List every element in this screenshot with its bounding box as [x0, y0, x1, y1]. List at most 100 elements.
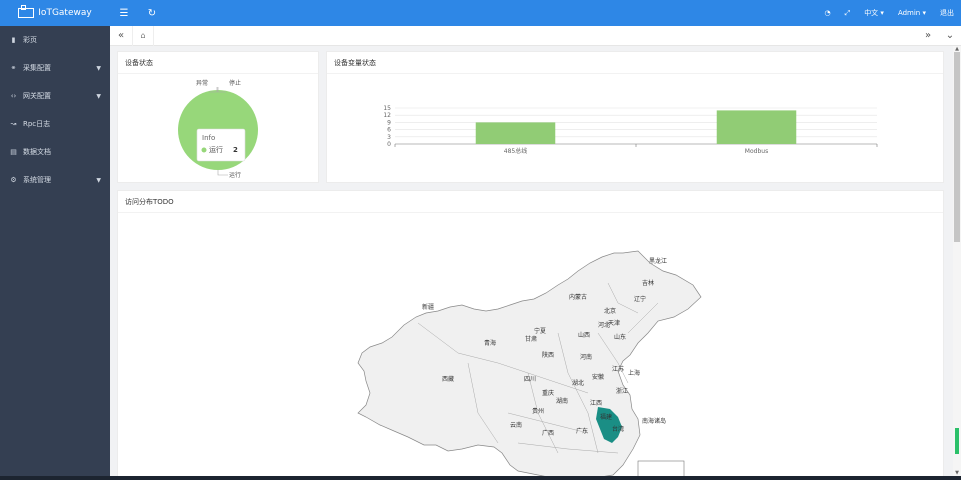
variable-status-card: 设备变量状态 0 3 6 9 12 15 485总线 Modbus [326, 51, 944, 183]
sidebar-item-2[interactable]: ‹› 网关配置 ▼ [0, 82, 110, 110]
province-label: 吉林 [642, 279, 654, 287]
province-label: 山东 [614, 333, 626, 341]
y-tick-label: 6 [387, 127, 391, 134]
device-status-pie: 异常 停止 运行 Info 运行 2 [178, 79, 258, 179]
sidebar-item-1[interactable]: ⚭ 采集配置 ▼ [0, 54, 110, 82]
tabs-bar: « ⌂ » ⌄ [110, 25, 961, 46]
china-map: 黑龙江吉林辽宁内蒙古北京天津河北山西 山东新疆青海甘肃宁夏陕西 河南江苏安徽上海西藏… [357, 250, 702, 480]
bottom-strip [0, 476, 961, 480]
variable-status-title: 设备变量状态 [327, 52, 943, 74]
sidebar-item-label: 系统管理 [23, 176, 51, 184]
sidebar-item-label: 彩页 [23, 36, 37, 44]
pie-label-abnormal: 异常 [196, 79, 208, 87]
province-label: 宁夏 [534, 327, 546, 335]
tooltip-label: 运行 [209, 145, 223, 154]
pie-label-running: 运行 [229, 171, 241, 179]
link-icon: ⚭ [10, 64, 17, 72]
menu-icon[interactable]: ☰ [110, 8, 138, 19]
scroll-thumb[interactable] [954, 52, 960, 242]
province-label: 河北 [598, 321, 610, 329]
province-label: 贵州 [532, 407, 544, 415]
y-tick-label: 12 [383, 112, 391, 119]
home-icon: ⌂ [140, 31, 146, 40]
province-label: 重庆 [542, 389, 554, 397]
code-icon: ‹› [10, 92, 17, 100]
province-label: 新疆 [422, 303, 434, 311]
route-icon: ↝ [10, 120, 17, 128]
document-icon: ▤ [10, 148, 17, 156]
province-label: 西藏 [442, 375, 454, 383]
chevron-down-icon: ▾ [922, 9, 926, 17]
chevron-down-icon: ▾ [880, 9, 884, 17]
sidebar-item-3[interactable]: ↝ Rpc日志 [0, 110, 110, 138]
y-tick-label: 15 [383, 105, 391, 112]
app-root: IoTGateway ▮ 彩页 ⚭ 采集配置 ▼ ‹› 网关配置 ▼ ↝ Rpc日志 ▤ 数据文档 ⚙ 系… [0, 0, 961, 480]
province-label: 台湾 [612, 425, 624, 433]
x-tick-label: Modbus [745, 148, 768, 155]
bar-0[interactable] [475, 122, 556, 144]
province-label: 浙江 [616, 387, 628, 395]
topbar-right: ◔ ⤢ 中文 ▾ Admin ▾ 退出 [817, 8, 961, 18]
province-label: 四川 [524, 376, 536, 383]
gear-icon: ⚙ [10, 176, 17, 184]
province-label: 上海 [628, 369, 640, 377]
label-line-running [217, 170, 228, 176]
scroll-indicator [955, 428, 959, 454]
province-label: 河南 [580, 353, 592, 361]
tooltip-title: Info [202, 134, 215, 142]
province-label: 北京 [604, 307, 616, 315]
sidebar-item-4[interactable]: ▤ 数据文档 [0, 138, 110, 166]
y-tick-label: 0 [387, 141, 391, 148]
pie-tooltip: Info 运行 2 [196, 128, 246, 162]
user-dropdown[interactable]: Admin ▾ [891, 9, 933, 17]
sidebar-item-label: Rpc日志 [23, 120, 51, 128]
x-tick-label: 485总线 [504, 147, 527, 155]
gateway-logo-icon [18, 5, 35, 18]
chevron-down-icon: ▼ [96, 64, 101, 72]
province-label: 黑龙江 [649, 257, 667, 265]
province-label: 福建 [600, 413, 612, 421]
tabs-prev-button[interactable]: « [110, 30, 132, 41]
province-label: 陕西 [542, 351, 554, 359]
province-label: 广东 [576, 427, 588, 435]
map-card: 访问分布TODO 黑龙江 吉林 辽宁 内蒙古 北京 天津 河北 山西 山东 新疆 青海 甘肃 宁夏 陕西河… [117, 190, 944, 480]
device-status-title: 设备状态 [118, 52, 318, 74]
map-title: 访问分布TODO [118, 191, 943, 213]
language-dropdown[interactable]: 中文 ▾ [857, 8, 891, 18]
topbar: ☰ ↻ ◔ ⤢ 中文 ▾ Admin ▾ 退出 [110, 0, 961, 26]
sidebar-nav: ▮ 彩页 ⚭ 采集配置 ▼ ‹› 网关配置 ▼ ↝ Rpc日志 ▤ 数据文档 ⚙ 系统管理 ▼ [0, 26, 110, 194]
sidebar-item-5[interactable]: ⚙ 系统管理 ▼ [0, 166, 110, 194]
logout-link[interactable]: 退出 [933, 8, 961, 18]
province-label: 广西 [542, 429, 554, 437]
sidebar-item-label: 网关配置 [23, 92, 51, 100]
province-label: 甘肃 [525, 335, 537, 343]
tabs-right: » ⌄ [917, 30, 961, 41]
sidebar-item-label: 采集配置 [23, 64, 51, 72]
province-label: 江西 [590, 400, 602, 407]
province-label: 安徽 [592, 373, 604, 381]
palette-icon[interactable]: ◔ [817, 9, 837, 17]
sidebar-item-0[interactable]: ▮ 彩页 [0, 26, 110, 54]
province-label: 云南 [510, 421, 522, 429]
refresh-icon[interactable]: ↻ [138, 8, 166, 19]
province-label: 青海 [484, 339, 496, 347]
province-label: 山西 [578, 331, 590, 339]
dashboard-icon: ▮ [11, 36, 16, 44]
chevron-down-icon: ▼ [96, 92, 101, 100]
province-label: 内蒙古 [569, 293, 587, 301]
tabs-more-button[interactable]: ⌄ [939, 30, 961, 41]
province-label: 江苏 [612, 365, 624, 373]
bar-1[interactable] [716, 110, 797, 144]
sidebar: IoTGateway ▮ 彩页 ⚭ 采集配置 ▼ ‹› 网关配置 ▼ ↝ Rpc日志 ▤ 数据文档 ⚙ 系… [0, 0, 110, 480]
user-label: Admin [897, 9, 921, 17]
y-tick-label: 3 [387, 134, 391, 141]
province-label: 南海诸岛 [642, 417, 666, 425]
chevron-down-icon: ▼ [96, 176, 101, 184]
home-tab[interactable]: ⌂ [132, 25, 154, 46]
sidebar-item-label: 数据文档 [23, 148, 51, 156]
tabs-next-button[interactable]: » [917, 30, 939, 41]
fullscreen-icon[interactable]: ⤢ [838, 9, 858, 18]
language-label: 中文 [864, 9, 879, 17]
brand[interactable]: IoTGateway [0, 0, 110, 26]
page-scrollbar[interactable]: ▲ ▼ [953, 46, 961, 476]
